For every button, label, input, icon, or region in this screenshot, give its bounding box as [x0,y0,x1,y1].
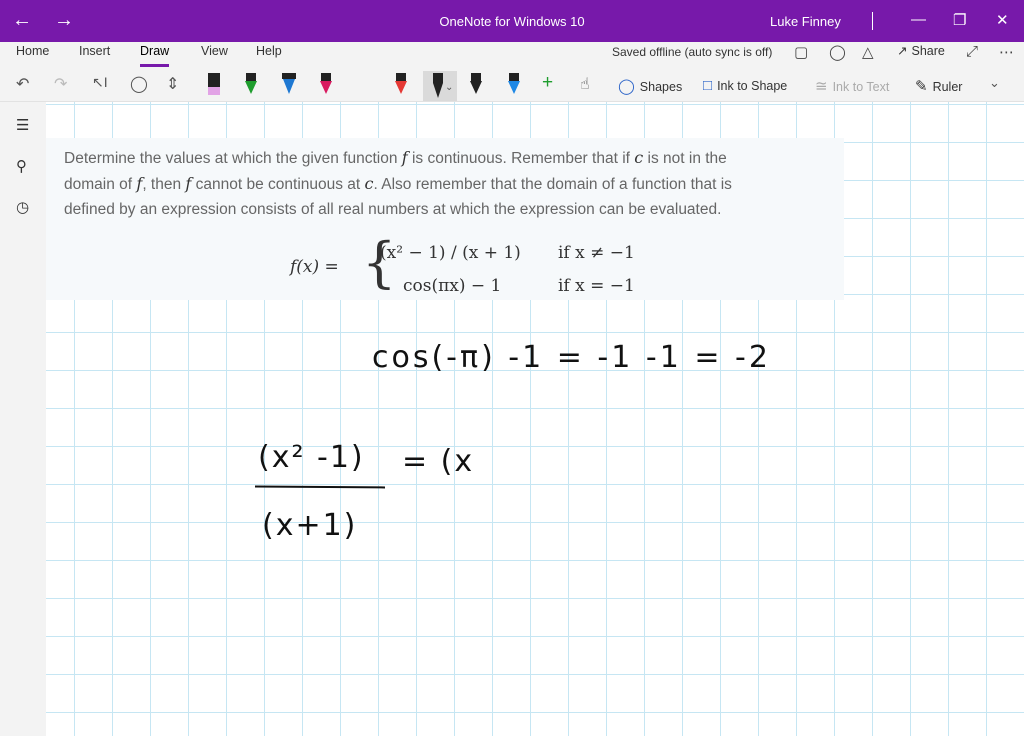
user-name[interactable]: Luke Finney [770,14,841,29]
tab-draw[interactable]: Draw [140,44,170,67]
ribbon-tabs: Home Insert Draw View Help Saved offline… [0,42,1024,70]
draw-toolbar: ↶ ↷ ↖I ◯ ⇕ ⌄ + ☝ ◯ Shapes □ Ink to Shape ≅… [0,70,1024,102]
pen-lightblue-icon [508,73,520,94]
handwriting-numerator[interactable]: (x² -1) [258,440,365,475]
undo-icon[interactable]: ↶ [16,74,29,94]
ink-to-shape-button[interactable]: □ Ink to Shape [703,77,787,94]
ink-to-shape-icon: □ [703,77,713,94]
ink-to-shape-label: Ink to Shape [717,79,788,93]
handwriting-line-1[interactable]: cos(-π) -1 = -1 -1 = -2 [372,340,771,375]
ruler-button[interactable]: ✎ Ruler [915,77,962,95]
pen-black-icon [433,73,443,98]
lasso-select-icon[interactable]: ◯ [130,74,148,94]
toolbar-overflow-chevron-icon[interactable]: ⌄ [989,75,1000,91]
pen-dark-icon [470,73,482,94]
pen-4[interactable] [319,70,333,100]
tab-home[interactable]: Home [16,44,49,58]
notebooks-icon[interactable]: ☰ [16,116,29,134]
search-icon[interactable]: ⚲ [16,157,27,175]
tab-view[interactable]: View [201,44,228,58]
share-button[interactable]: ↗ Share [893,43,945,58]
touch-draw-icon[interactable]: ☝ [580,74,590,94]
redo-icon[interactable]: ↷ [54,74,67,94]
lightbulb-icon[interactable]: ◯ [829,43,846,61]
formula-case-1-cond: if x ≠ −1 [558,243,635,263]
piecewise-formula: f(x) = { (x² − 1) / (x + 1) if x ≠ −1 co… [290,232,670,302]
recent-clock-icon[interactable]: ◷ [16,198,29,216]
bell-icon[interactable]: △ [862,43,874,61]
formula-brace: { [362,231,397,294]
pen-3[interactable] [282,70,296,100]
add-pen-icon[interactable]: + [542,72,553,94]
pen-blue-icon [282,73,296,94]
chevron-down-icon[interactable]: ⌄ [445,82,453,93]
pen-6[interactable] [431,70,445,100]
sync-status: Saved offline (auto sync is off) [612,45,773,59]
pen-red-icon [395,73,407,94]
formula-case-2-cond: if x = −1 [558,276,635,296]
ruler-icon: ✎ [915,78,928,95]
share-icon: ↗ [897,44,908,58]
tab-insert[interactable]: Insert [79,44,110,58]
pen-8[interactable] [507,70,521,100]
handwriting-denominator[interactable]: (x+1) [262,508,357,543]
minimize-icon[interactable]: — [911,11,926,28]
pen-5[interactable] [394,70,408,100]
ink-to-text-icon: ≅ [815,78,828,95]
expand-icon[interactable]: ⤢ [966,43,978,60]
problem-line-3: defined by an expression consists of all… [64,201,722,218]
select-text-icon[interactable]: ↖I [92,74,108,91]
shapes-icon: ◯ [618,78,635,95]
formula-case-1-expr: (x² − 1) / (x + 1) [380,243,521,263]
more-options-icon[interactable]: ⋯ [999,43,1014,61]
pen-7[interactable] [469,70,483,100]
share-label: Share [911,44,945,58]
left-rail: ☰ ⚲ ◷ [0,102,46,736]
pen-2[interactable] [244,70,258,100]
restore-icon[interactable]: ❐ [953,11,966,29]
app-title: OneNote for Windows 10 [439,14,585,29]
pen-1[interactable] [207,70,221,100]
formula-lhs: f(x) = [290,257,339,277]
pen-green-icon [245,73,257,94]
highlighter-icon [208,73,220,95]
title-separator [872,12,873,30]
shapes-label: Shapes [639,80,683,94]
problem-line-1: Determine the values at which the given … [64,148,727,167]
ink-to-text-label: Ink to Text [832,80,890,94]
handwriting-equals[interactable]: = (x [402,444,474,479]
tab-help[interactable]: Help [256,44,282,58]
formula-case-2-expr: cos(πx) − 1 [403,276,502,296]
close-icon[interactable]: ✕ [996,11,1009,29]
problem-line-2: domain of f, then f cannot be continuous… [64,174,732,193]
title-bar: ← → OneNote for Windows 10 Luke Finney —… [0,0,1024,42]
shapes-button[interactable]: ◯ Shapes [618,77,682,95]
notebook-icon[interactable]: ▢ [794,43,808,61]
add-space-icon[interactable]: ⇕ [166,74,179,94]
ink-to-text-button[interactable]: ≅ Ink to Text [815,77,889,95]
ruler-label: Ruler [932,80,963,94]
pen-magenta-icon [320,73,332,94]
